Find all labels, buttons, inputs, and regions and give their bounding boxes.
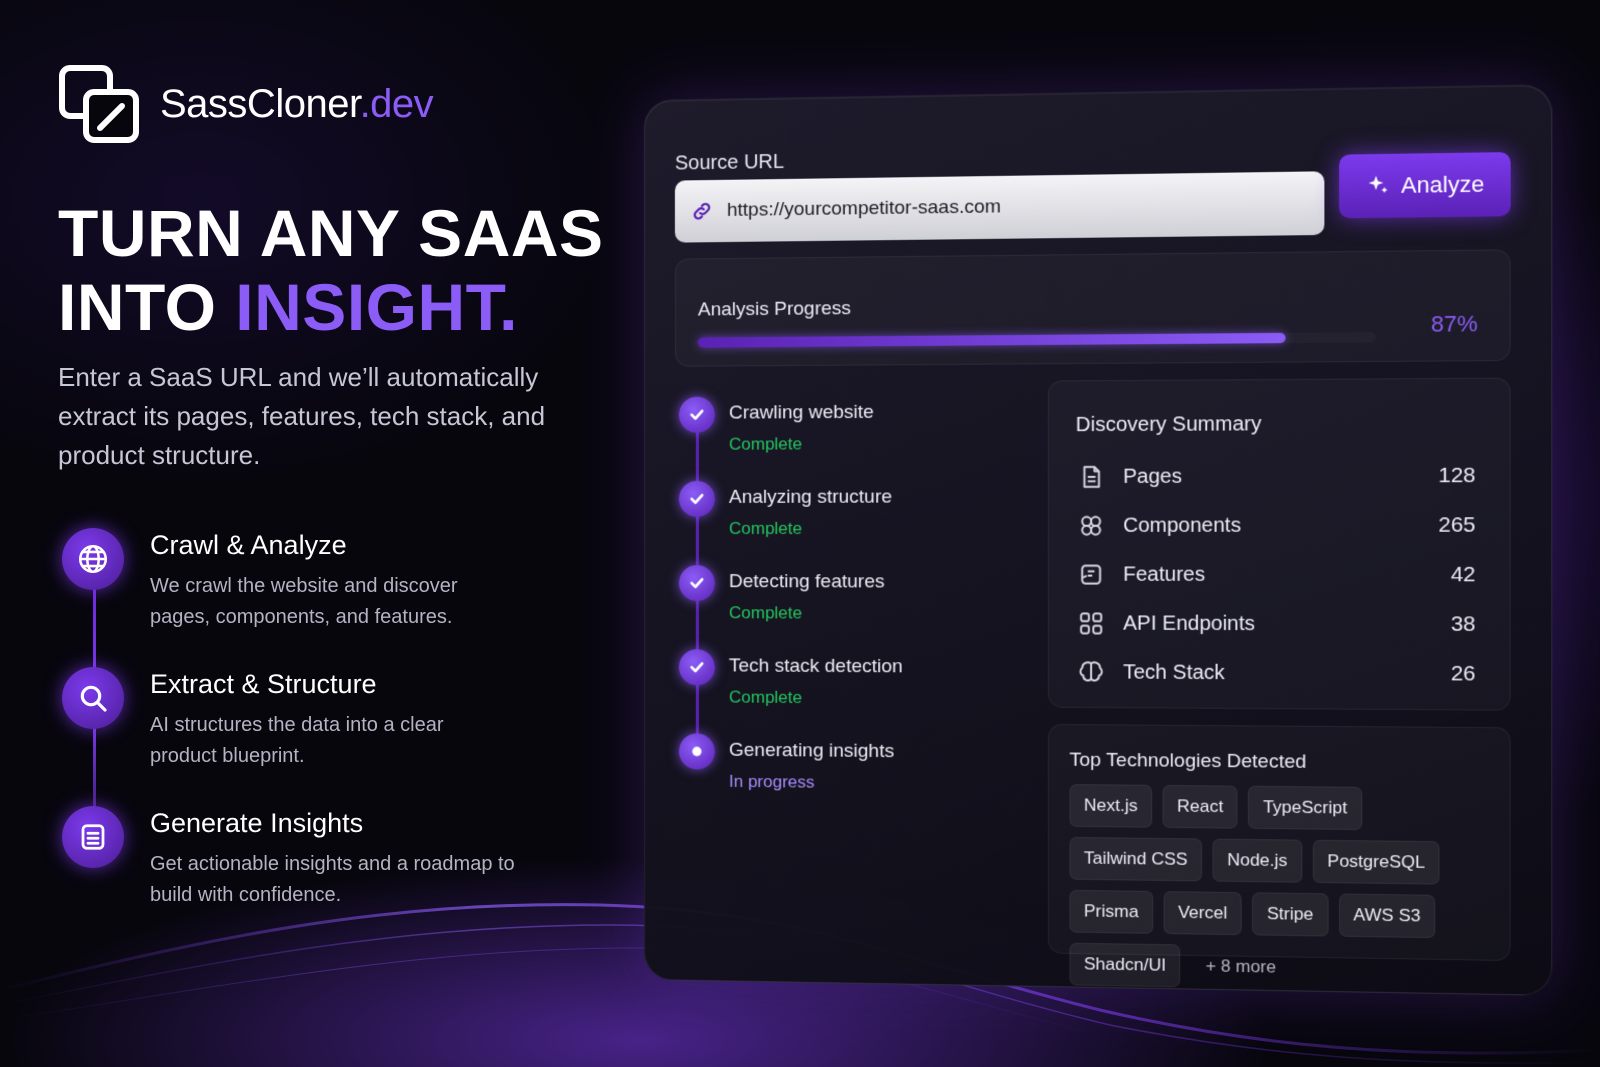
- discovery-row-components: Components 265: [1078, 509, 1476, 542]
- brand-tld: .dev: [359, 81, 434, 126]
- brand-logo[interactable]: SassCloner.dev: [58, 64, 434, 144]
- tech-chip[interactable]: Tailwind CSS: [1069, 836, 1203, 882]
- discovery-label: Pages: [1123, 464, 1182, 488]
- discovery-title: Discovery Summary: [1075, 412, 1262, 437]
- discovery-row-tech-stack: Tech Stack 26: [1078, 656, 1476, 691]
- step-status: Complete: [728, 434, 803, 454]
- tech-chip[interactable]: Vercel: [1163, 891, 1242, 936]
- step-tech-stack: Tech stack detection Complete: [678, 649, 1023, 736]
- in-progress-icon: [678, 733, 715, 770]
- step-crawling: Crawling website Complete: [678, 395, 1023, 481]
- analysis-panel: Source URL Analyze Analysis Progress 87%: [644, 84, 1553, 996]
- tech-chip[interactable]: React: [1162, 784, 1238, 829]
- step-detecting: Detecting features Complete: [678, 565, 1023, 651]
- document-icon: [62, 806, 124, 868]
- feature-steps: Crawl & Analyze We crawl the website and…: [62, 528, 582, 945]
- analyze-button[interactable]: Analyze: [1339, 152, 1511, 219]
- api-icon: [1078, 610, 1105, 637]
- step-title: Detecting features: [728, 571, 885, 593]
- technologies-card: Top Technologies Detected Next.js React …: [1047, 723, 1511, 988]
- discovery-value: 38: [1450, 612, 1476, 637]
- step-status: In progress: [728, 771, 815, 792]
- brain-icon: [1078, 659, 1105, 686]
- headline-line-2: INTO INSIGHT.: [58, 270, 518, 344]
- link-icon: [691, 200, 713, 222]
- discovery-label: Features: [1123, 562, 1206, 586]
- search-icon: [62, 667, 124, 729]
- tech-chip[interactable]: Next.js: [1069, 784, 1153, 828]
- source-url-field[interactable]: [674, 171, 1325, 243]
- discovery-row-api: API Endpoints 38: [1078, 607, 1476, 641]
- step-status: Complete: [728, 518, 803, 538]
- discovery-label: Tech Stack: [1123, 660, 1225, 684]
- progress-track: [697, 332, 1376, 348]
- logo-icon: [58, 64, 142, 144]
- headline-line-1: TURN ANY SAAS: [58, 196, 604, 270]
- discovery-label: Components: [1123, 513, 1242, 537]
- tech-chip[interactable]: PostgreSQL: [1312, 839, 1440, 885]
- check-icon: [678, 480, 715, 517]
- feature-desc: AI structures the data into a clear prod…: [150, 714, 444, 767]
- step-title: Tech stack detection: [728, 655, 903, 678]
- tech-chip[interactable]: Shadcn/UI: [1069, 942, 1181, 988]
- discovery-row-pages: Pages 128: [1078, 459, 1476, 493]
- tech-chip[interactable]: Prisma: [1069, 889, 1154, 934]
- more-technologies-link[interactable]: + 8 more: [1191, 945, 1291, 990]
- step-status: Complete: [728, 687, 803, 708]
- page-icon: [1078, 464, 1105, 491]
- technologies-title: Top Technologies Detected: [1069, 749, 1307, 773]
- check-icon: [678, 396, 715, 433]
- sparkle-icon: [1368, 175, 1388, 194]
- source-url-label: Source URL: [674, 150, 785, 175]
- tech-chip[interactable]: AWS S3: [1338, 893, 1436, 939]
- check-icon: [678, 649, 715, 686]
- progress-percent: 87%: [1430, 310, 1478, 337]
- progress-card: Analysis Progress 87%: [674, 249, 1511, 367]
- feature-extract: Extract & Structure AI structures the da…: [62, 667, 582, 772]
- analyze-label: Analyze: [1401, 171, 1485, 199]
- progress-label: Analysis Progress: [697, 298, 851, 321]
- features-icon: [1078, 561, 1105, 587]
- feature-title: Generate Insights: [150, 808, 364, 838]
- feature-desc: We crawl the website and discover pages,…: [150, 575, 458, 628]
- discovery-value: 26: [1450, 661, 1476, 686]
- feature-title: Extract & Structure: [150, 669, 377, 699]
- feature-desc: Get actionable insights and a roadmap to…: [150, 853, 515, 906]
- check-icon: [678, 565, 715, 602]
- feature-generate: Generate Insights Get actionable insight…: [62, 806, 582, 911]
- analysis-steps: Crawling website Complete Analyzing stru…: [678, 395, 1023, 821]
- discovery-value: 128: [1438, 463, 1476, 488]
- discovery-summary: Discovery Summary Pages 128 Components 2…: [1047, 377, 1511, 711]
- discovery-value: 42: [1450, 562, 1476, 587]
- discovery-label: API Endpoints: [1123, 611, 1255, 635]
- progress-fill: [697, 332, 1286, 348]
- step-analyzing: Analyzing structure Complete: [678, 480, 1023, 565]
- components-icon: [1078, 513, 1105, 539]
- technology-chips: Next.js React TypeScript Tailwind CSS No…: [1069, 784, 1498, 993]
- source-url-input[interactable]: [726, 192, 1302, 222]
- discovery-row-features: Features 42: [1078, 558, 1476, 591]
- step-title: Generating insights: [728, 739, 895, 763]
- tech-chip[interactable]: Node.js: [1212, 838, 1303, 883]
- step-generating: Generating insights In progress: [678, 733, 1023, 821]
- step-status: Complete: [728, 603, 803, 623]
- discovery-value: 265: [1438, 513, 1476, 537]
- step-title: Crawling website: [728, 401, 874, 424]
- feature-crawl: Crawl & Analyze We crawl the website and…: [62, 528, 582, 633]
- headline: TURN ANY SAAS INTO INSIGHT.: [58, 196, 604, 344]
- step-title: Analyzing structure: [728, 486, 893, 508]
- feature-title: Crawl & Analyze: [150, 530, 347, 560]
- lead-paragraph: Enter a SaaS URL and we’ll automatically…: [58, 362, 546, 470]
- brand-name: SassCloner.dev: [160, 81, 434, 126]
- tech-chip[interactable]: Stripe: [1252, 892, 1329, 937]
- tech-chip[interactable]: TypeScript: [1248, 785, 1362, 831]
- headline-accent: INSIGHT.: [235, 270, 518, 344]
- globe-icon: [62, 528, 124, 590]
